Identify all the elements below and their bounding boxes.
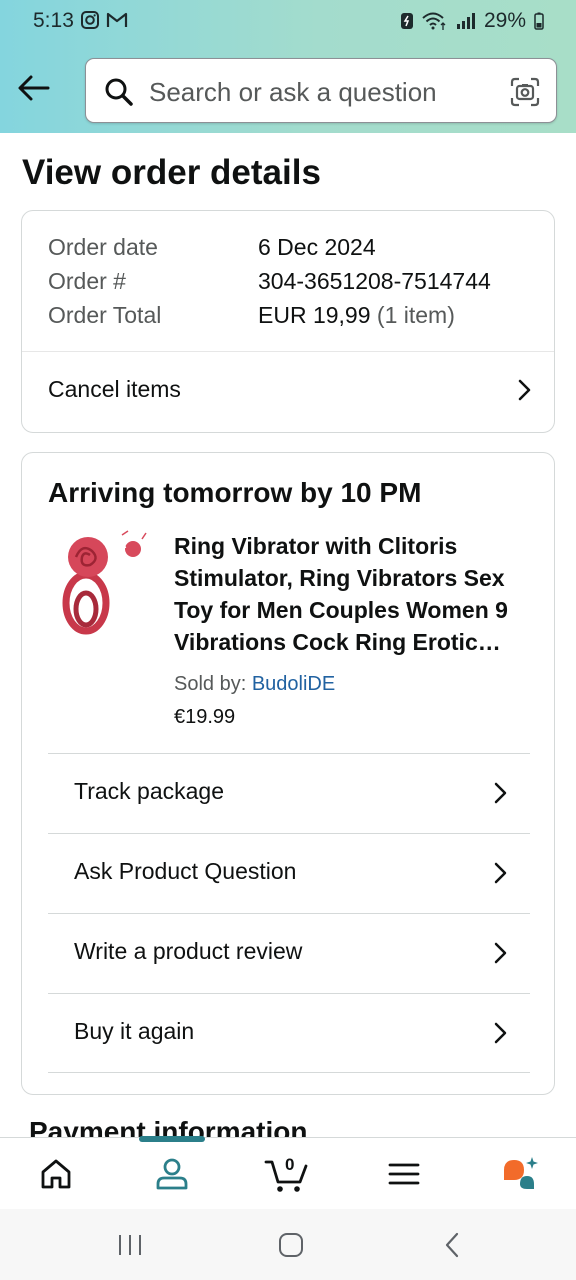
chevron-right-icon: [494, 942, 507, 964]
order-summary-card: Order date 6 Dec 2024 Order # 304-365120…: [21, 210, 555, 433]
order-number-value: 304-3651208-7514744: [258, 268, 491, 294]
app-header: 5:13 29% Search or ask a question: [0, 0, 576, 133]
menu-icon[interactable]: [384, 1154, 424, 1194]
product-title[interactable]: Ring Vibrator with Clitoris Stimulator, …: [174, 530, 536, 658]
seller-link[interactable]: BudoliDE: [252, 673, 335, 695]
search-input[interactable]: Search or ask a question: [85, 58, 557, 123]
order-date-value: 6 Dec 2024: [258, 234, 376, 260]
battery-icon: [534, 12, 544, 30]
sold-by: Sold by: BudoliDE: [174, 673, 335, 696]
system-nav-bar: [0, 1209, 576, 1280]
back-arrow-icon[interactable]: [16, 72, 52, 104]
back-button-icon[interactable]: [438, 1230, 468, 1260]
active-tab-indicator: [139, 1136, 205, 1142]
rufus-ai-icon[interactable]: [500, 1154, 540, 1194]
wifi-icon: [422, 12, 446, 30]
status-time: 5:13: [33, 9, 74, 32]
action-label: Buy it again: [74, 1018, 195, 1044]
signal-icon: [456, 13, 475, 29]
cancel-items-button[interactable]: Cancel items: [22, 352, 554, 432]
write-review-button[interactable]: Write a product review: [48, 913, 530, 993]
home-icon[interactable]: [36, 1154, 76, 1194]
order-number-label: Order #: [48, 268, 126, 294]
chevron-right-icon: [494, 862, 507, 884]
search-icon: [105, 78, 133, 106]
buy-again-button[interactable]: Buy it again: [48, 993, 530, 1073]
action-label: Write a product review: [74, 938, 303, 964]
recent-apps-icon[interactable]: [115, 1230, 145, 1260]
ask-product-question-button[interactable]: Ask Product Question: [48, 833, 530, 913]
chevron-right-icon: [518, 379, 531, 401]
camera-icon[interactable]: [510, 77, 540, 107]
shipment-card: Arriving tomorrow by 10 PM Ring Vibrator…: [21, 452, 555, 1095]
battery-percent: 29%: [483, 9, 526, 32]
battery-saver-icon: [400, 13, 413, 29]
cart-count: 0: [285, 1155, 295, 1174]
account-icon[interactable]: [152, 1154, 192, 1194]
search-placeholder: Search or ask a question: [149, 77, 437, 107]
product-price: €19.99: [174, 706, 236, 728]
status-right: 29%: [400, 9, 544, 33]
gmail-icon: [106, 12, 128, 27]
product-image[interactable]: [52, 527, 148, 637]
order-total-value: EUR 19,99 (1 item): [258, 302, 455, 329]
chevron-right-icon: [494, 1022, 507, 1044]
order-date-label: Order date: [48, 234, 158, 260]
notification-icons: [80, 10, 128, 30]
chevron-right-icon: [494, 782, 507, 804]
bottom-nav: 0: [0, 1136, 576, 1209]
track-package-button[interactable]: Track package: [48, 753, 530, 833]
page-title: View order details: [22, 153, 321, 192]
action-label: Ask Product Question: [74, 858, 297, 884]
arrival-heading: Arriving tomorrow by 10 PM: [48, 477, 422, 508]
order-item-count: (1 item): [376, 302, 455, 328]
payment-heading: Payment information: [29, 1116, 308, 1138]
instagram-icon: [81, 11, 99, 29]
action-label: Track package: [74, 778, 224, 804]
home-button-icon[interactable]: [276, 1230, 306, 1260]
order-total-label: Order Total: [48, 302, 162, 328]
sold-by-label: Sold by:: [174, 673, 247, 695]
status-bar: 5:13 29%: [0, 0, 576, 42]
order-total-amount: EUR 19,99: [258, 302, 371, 328]
cancel-items-label: Cancel items: [48, 376, 181, 402]
